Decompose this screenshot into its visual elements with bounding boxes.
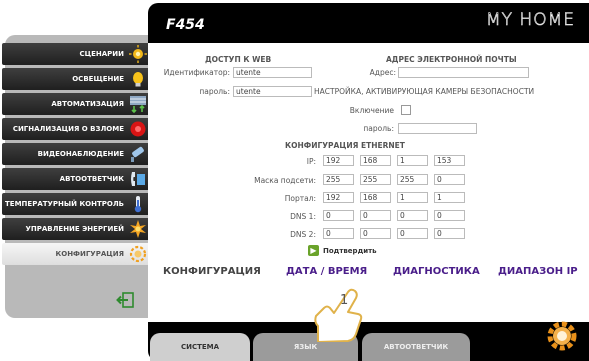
sidebar-item-automation[interactable]: АВТОМАТИЗАЦИЯ xyxy=(2,93,153,115)
dns2-octet-4[interactable]: 0 xyxy=(434,228,465,239)
gateway-octet-3[interactable]: 1 xyxy=(397,192,428,203)
gear-icon[interactable] xyxy=(546,320,578,352)
sidebar-item-label: АВТОМАТИЗАЦИЯ xyxy=(51,100,124,108)
web-password-field[interactable]: utente xyxy=(233,86,312,97)
gateway-octet-4[interactable]: 1 xyxy=(434,192,465,203)
sidebar-item-temperature-control[interactable]: ТЕМПЕРАТУРНЫЙ КОНТРОЛЬ xyxy=(2,193,153,215)
sidebar-item-scenarios[interactable]: СЦЕНАРИИ xyxy=(2,43,153,65)
tab-answering-machine-label: АВТООТВЕТЧИК xyxy=(383,343,449,351)
tab-answering-machine[interactable]: АВТООТВЕТЧИК xyxy=(362,333,470,361)
annotation-number: 1 xyxy=(340,293,348,308)
exit-icon[interactable] xyxy=(116,292,134,308)
tab-language-label: ЯЗЫК xyxy=(293,343,318,351)
nav-link-configuration[interactable]: КОНФИГУРАЦИЯ xyxy=(163,266,261,277)
sidebar-item-lighting[interactable]: ОСВЕЩЕНИЕ xyxy=(2,68,153,90)
sidebar-item-label: ОСВЕЩЕНИЕ xyxy=(72,75,124,83)
subnet-octet-4[interactable]: 0 xyxy=(434,174,465,185)
sidebar-menu: СЦЕНАРИИ ОСВЕЩЕНИЕ АВТОМАТИЗАЦИЯ СИГНАЛИ… xyxy=(2,43,153,268)
web-id-field[interactable]: utente xyxy=(233,67,312,78)
email-password-field[interactable] xyxy=(398,123,477,134)
lightbulb-icon xyxy=(129,70,147,88)
ip-octet-2[interactable]: 168 xyxy=(360,155,391,166)
alarm-icon xyxy=(129,120,147,138)
web-password-label: пароль: xyxy=(199,87,230,96)
nav-link-ip-range[interactable]: ДИАПАЗОН IP xyxy=(498,266,578,277)
sidebar-item-intrusion-alarm[interactable]: СИГНАЛИЗАЦИЯ О ВЗЛОМЕ xyxy=(2,118,153,140)
scenario-icon xyxy=(129,45,147,63)
subnet-octet-3[interactable]: 255 xyxy=(397,174,428,185)
subnet-octet-1[interactable]: 255 xyxy=(323,174,354,185)
sidebar-item-label: АВТООТВЕТЧИК xyxy=(59,175,124,183)
sidebar-item-label: УПРАВЛЕНИЕ ЭНЕРГИЕЙ xyxy=(25,225,124,233)
tab-system[interactable]: СИСТЕМА xyxy=(150,333,250,361)
email-password-label: пароль: xyxy=(363,124,394,133)
sidebar-item-label: ТЕМПЕРАТУРНЫЙ КОНТРОЛЬ xyxy=(5,200,124,208)
shutter-icon xyxy=(129,95,147,114)
configuration-icon xyxy=(129,245,147,263)
dns2-label: DNS 2: xyxy=(290,230,316,239)
sidebar-item-energy-management[interactable]: УПРАВЛЕНИЕ ЭНЕРГИЕЙ xyxy=(2,218,153,240)
nav-link-date-time[interactable]: ДАТА / ВРЕМЯ xyxy=(286,266,367,277)
dns2-octet-3[interactable]: 0 xyxy=(397,228,428,239)
gateway-label: Портал: xyxy=(284,194,316,203)
answering-machine-icon xyxy=(129,170,147,188)
ethernet-heading: КОНФИГУРАЦИЯ ETHERNET xyxy=(285,141,405,150)
subnet-octet-2[interactable]: 255 xyxy=(360,174,391,185)
dns2-octet-1[interactable]: 0 xyxy=(323,228,354,239)
ip-octet-4[interactable]: 153 xyxy=(434,155,465,166)
sidebar-item-label: СЦЕНАРИИ xyxy=(79,50,124,58)
web-id-label: Идентификатор: xyxy=(163,68,230,77)
camera-activation-setting: НАСТРОЙКА, АКТИВИРУЮЩАЯ КАМЕРЫ БЕЗОПАСНО… xyxy=(314,87,535,96)
gateway-octet-2[interactable]: 168 xyxy=(360,192,391,203)
email-address-label: Адрес: xyxy=(369,68,396,77)
gateway-octet-1[interactable]: 192 xyxy=(323,192,354,203)
enable-checkbox[interactable] xyxy=(401,105,411,115)
sidebar-item-label: СИГНАЛИЗАЦИЯ О ВЗЛОМЕ xyxy=(12,125,124,133)
email-heading: АДРЕС ЭЛЕКТРОННОЙ ПОЧТЫ xyxy=(386,55,517,64)
arrow-right-icon: ▶ xyxy=(308,245,319,256)
email-address-field[interactable] xyxy=(398,67,529,78)
dns1-octet-2[interactable]: 0 xyxy=(360,210,391,221)
dns2-octet-2[interactable]: 0 xyxy=(360,228,391,239)
ip-label: IP: xyxy=(306,157,316,166)
ip-octet-3[interactable]: 1 xyxy=(397,155,428,166)
dns1-octet-3[interactable]: 0 xyxy=(397,210,428,221)
sidebar-item-video-surveillance[interactable]: ВИДЕОНАБЛЮДЕНИЕ xyxy=(2,143,153,165)
camera-icon xyxy=(129,145,147,163)
dns1-label: DNS 1: xyxy=(290,212,316,221)
confirm-button[interactable]: ▶ Подтвердить xyxy=(308,245,377,256)
dns1-octet-1[interactable]: 0 xyxy=(323,210,354,221)
web-access-heading: ДОСТУП К WEB xyxy=(205,55,272,64)
confirm-label: Подтвердить xyxy=(323,246,377,255)
ip-octet-1[interactable]: 192 xyxy=(323,155,354,166)
hand-pointer-icon: 1 xyxy=(314,288,363,342)
tab-system-label: СИСТЕМА xyxy=(180,343,220,351)
sidebar-item-answering-machine[interactable]: АВТООТВЕТЧИК xyxy=(2,168,153,190)
subnet-mask-label: Маска подсети: xyxy=(254,176,316,185)
dns1-octet-4[interactable]: 0 xyxy=(434,210,465,221)
sidebar-item-configuration[interactable]: КОНФИГУРАЦИЯ xyxy=(2,243,153,265)
energy-icon xyxy=(129,220,147,238)
model-title: F454 xyxy=(166,17,205,33)
nav-link-diagnostics[interactable]: ДИАГНОСТИКА xyxy=(393,266,480,277)
thermometer-icon xyxy=(129,195,147,213)
enable-label: Включение xyxy=(349,106,394,115)
sidebar-item-label: ВИДЕОНАБЛЮДЕНИЕ xyxy=(37,150,124,158)
brand-logo: MY HOME xyxy=(485,10,575,31)
sidebar-item-label: КОНФИГУРАЦИЯ xyxy=(55,250,124,258)
